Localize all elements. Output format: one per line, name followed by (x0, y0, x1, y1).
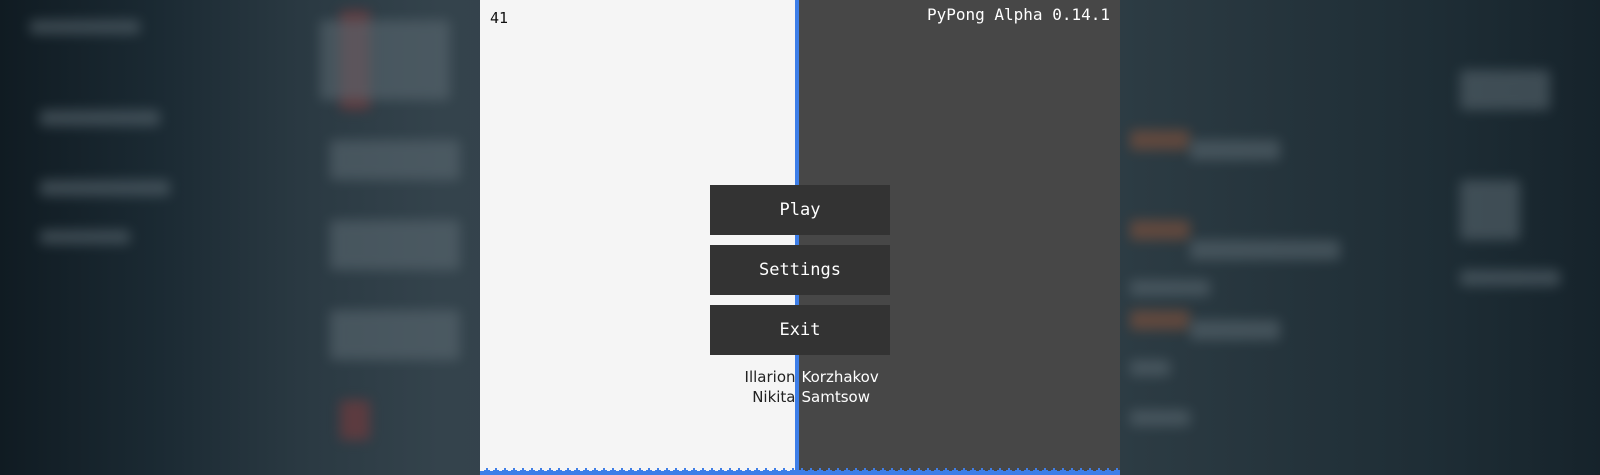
pypong-game-window: 41 PyPong Alpha 0.14.1 Play Settings Exi… (480, 0, 1120, 475)
credit-row: Nikita Samtsow (680, 387, 920, 407)
exit-button[interactable]: Exit (710, 305, 890, 355)
credit-first-name: Illarion (744, 368, 796, 386)
fps-counter: 41 (490, 9, 509, 27)
floor-spikes (480, 468, 1120, 475)
main-menu: Play Settings Exit (710, 185, 890, 365)
credit-first-name: Nikita (752, 388, 796, 406)
credit-last-name: Korzhakov (801, 368, 879, 386)
version-label: PyPong Alpha 0.14.1 (926, 5, 1110, 24)
credit-last-name: Samtsow (801, 388, 870, 406)
settings-button[interactable]: Settings (710, 245, 890, 295)
credit-row: Illarion Korzhakov (680, 367, 920, 387)
play-button[interactable]: Play (710, 185, 890, 235)
credits: Illarion Korzhakov Nikita Samtsow (680, 367, 920, 407)
